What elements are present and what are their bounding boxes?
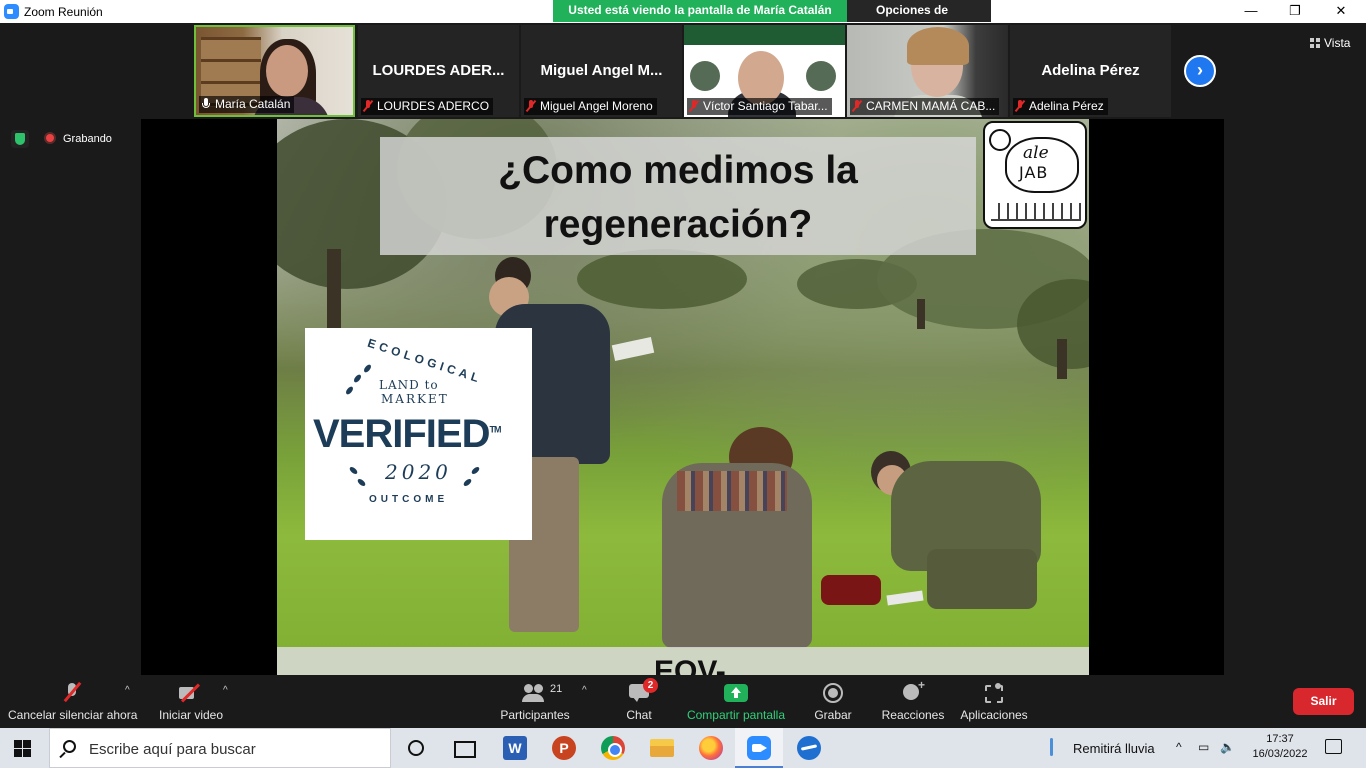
- close-button[interactable]: ✕: [1318, 0, 1364, 23]
- participants-button[interactable]: 21 Participantes: [496, 675, 574, 728]
- record-icon: [821, 682, 845, 704]
- word-app-icon[interactable]: W: [503, 736, 527, 760]
- participant-name-label: Víctor Santiago Tabar...: [687, 98, 832, 115]
- search-icon: [63, 740, 76, 753]
- participant-name-label: María Catalán: [199, 96, 295, 113]
- participants-count: 21: [550, 683, 563, 695]
- clock-date: 16/03/2022: [1252, 748, 1308, 760]
- microphone-muted-icon: [60, 682, 84, 704]
- emoji-reaction-icon: [901, 678, 925, 704]
- laurel-leaf-icon: [344, 385, 355, 396]
- alejab-logo: ale JAB: [983, 121, 1087, 229]
- view-button[interactable]: Vista: [1310, 36, 1350, 50]
- eov-verified-badge: ECOLOGICAL LAND to MARKET VERIFIEDTM 202…: [305, 328, 532, 540]
- windows-start-icon[interactable]: [14, 740, 31, 757]
- participant-tile-maria[interactable]: María Catalán: [194, 25, 355, 117]
- slide-title-box: ¿Como medimos la regeneración?: [380, 137, 976, 255]
- participant-name-label: Miguel Angel Moreno: [524, 98, 657, 115]
- task-view-icon[interactable]: [452, 736, 476, 760]
- next-participants-button[interactable]: ›: [1184, 55, 1216, 87]
- video-options-caret[interactable]: ^: [223, 685, 228, 696]
- mic-muted-icon: [1015, 100, 1025, 112]
- messaging-app-icon[interactable]: [797, 736, 821, 760]
- participant-big-name: Miguel Angel M...: [540, 62, 663, 79]
- chat-unread-badge: 2: [643, 678, 658, 693]
- mic-muted-icon: [363, 100, 373, 112]
- participant-name-label: CARMEN MAMÁ CAB...: [850, 98, 1000, 115]
- chrome-app-icon[interactable]: [601, 736, 625, 760]
- audio-options-caret[interactable]: ^: [125, 685, 130, 696]
- laurel-leaf-icon: [352, 373, 363, 384]
- cortana-icon[interactable]: [408, 740, 424, 756]
- participant-big-name: LOURDES ADER...: [372, 62, 505, 79]
- security-shield-icon[interactable]: [11, 130, 29, 148]
- zoom-window: Zoom Reunión — ❐ ✕ Usted está viendo la …: [0, 0, 1366, 768]
- apps-icon: [982, 682, 1006, 704]
- mic-muted-icon: [852, 100, 862, 112]
- participant-big-name: Adelina Pérez: [1041, 62, 1140, 79]
- recording-indicator[interactable]: Grabando: [44, 132, 112, 145]
- participants-icon: [522, 682, 546, 704]
- participant-tile-victor[interactable]: Víctor Santiago Tabar...: [684, 25, 845, 117]
- grid-icon: [1310, 38, 1320, 48]
- share-screen-icon: [724, 684, 748, 702]
- share-banner: Usted está viendo la pantalla de María C…: [553, 0, 847, 22]
- participant-tile-lourdes[interactable]: LOURDES ADER... LOURDES ADERCO: [358, 25, 519, 117]
- mute-button[interactable]: Cancelar silenciar ahora: [8, 675, 137, 728]
- meeting-toolbar: Cancelar silenciar ahora ^ Iniciar video…: [0, 675, 1366, 728]
- laurel-leaf-icon: [462, 477, 473, 488]
- laurel-leaf-icon: [470, 465, 481, 476]
- system-clock[interactable]: 17:37 16/03/2022: [1250, 732, 1310, 762]
- notification-center-icon[interactable]: [1325, 739, 1342, 754]
- participant-tile-adelina[interactable]: Adelina Pérez Adelina Pérez: [1010, 25, 1171, 117]
- network-icon[interactable]: ▭: [1198, 740, 1209, 754]
- laurel-leaf-icon: [356, 477, 367, 488]
- record-button[interactable]: Grabar: [806, 675, 860, 728]
- zoom-app-taskbar-icon[interactable]: [747, 736, 771, 760]
- mic-muted-icon: [526, 100, 536, 112]
- participant-tile-miguel[interactable]: Miguel Angel M... Miguel Angel Moreno: [521, 25, 682, 117]
- slide-title-line1: ¿Como medimos la: [498, 149, 858, 192]
- participant-tile-carmen[interactable]: CARMEN MAMÁ CAB...: [847, 25, 1008, 117]
- window-title: Zoom Reunión: [24, 5, 103, 19]
- powerpoint-app-icon[interactable]: P: [552, 736, 576, 760]
- volume-icon[interactable]: 🔈: [1220, 740, 1235, 754]
- record-dot-icon: [44, 132, 56, 144]
- shared-screen: ¿Como medimos la regeneración? ale JAB E…: [141, 119, 1224, 675]
- taskbar-search-box[interactable]: Escribe aquí para buscar: [49, 728, 391, 768]
- slide-footer-bar: EOV-: [277, 647, 1089, 675]
- apps-button[interactable]: Aplicaciones: [958, 675, 1030, 728]
- minimize-button[interactable]: —: [1228, 0, 1274, 23]
- mic-muted-icon: [689, 100, 699, 112]
- laurel-leaf-icon: [362, 363, 373, 374]
- weather-rain-icon[interactable]: [1046, 736, 1060, 760]
- tray-overflow-chevron-icon[interactable]: ^: [1176, 740, 1182, 754]
- search-placeholder: Escribe aquí para buscar: [89, 741, 256, 758]
- participant-name-label: LOURDES ADERCO: [361, 98, 494, 115]
- windows-taskbar: Escribe aquí para buscar W P Remitirá ll…: [0, 728, 1366, 768]
- maximize-button[interactable]: ❐: [1272, 0, 1318, 23]
- presentation-slide: ¿Como medimos la regeneración? ale JAB E…: [277, 119, 1089, 675]
- mic-on-icon: [201, 98, 211, 110]
- reactions-button[interactable]: Reacciones: [878, 675, 948, 728]
- participants-options-caret[interactable]: ^: [582, 685, 587, 696]
- laurel-leaf-icon: [348, 465, 359, 476]
- weather-text[interactable]: Remitirá lluvia: [1073, 741, 1155, 756]
- clock-time: 17:37: [1266, 733, 1294, 745]
- sun-icon: [989, 129, 1011, 151]
- participant-name-label: Adelina Pérez: [1013, 98, 1108, 115]
- zoom-app-icon: [4, 4, 19, 19]
- video-camera-off-icon: [178, 682, 202, 704]
- view-options-button[interactable]: Opciones de vista⌄: [847, 0, 991, 38]
- file-explorer-icon[interactable]: [650, 739, 674, 757]
- slide-title-line2: regeneración?: [543, 203, 813, 246]
- start-video-button[interactable]: Iniciar video: [150, 675, 232, 728]
- firefox-app-icon[interactable]: [699, 736, 723, 760]
- leave-meeting-button[interactable]: Salir: [1293, 688, 1354, 715]
- share-screen-button[interactable]: Compartir pantalla: [684, 675, 788, 728]
